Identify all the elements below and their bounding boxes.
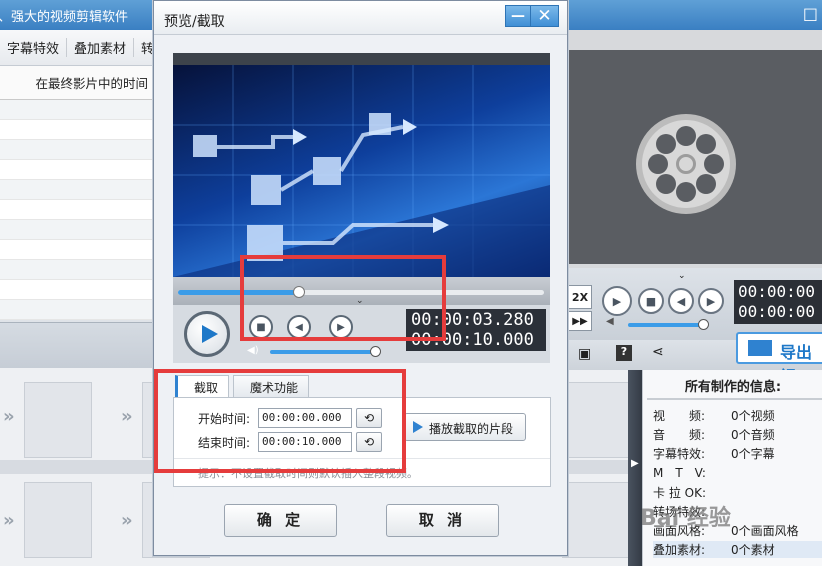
main-preview [568, 30, 822, 268]
info-row-overlay: 叠加素材: 0个素材 [653, 541, 822, 558]
speaker-icon[interactable]: ◀) [247, 345, 261, 357]
close-button[interactable]: ✕ [531, 5, 559, 27]
next-frame-icon[interactable]: ▶ [698, 288, 724, 314]
preview-title-bar: □ [568, 0, 822, 30]
play-icon[interactable]: ▶ [602, 286, 632, 316]
info-row-mtv: M T V: [653, 466, 706, 480]
timeline-slot[interactable] [24, 382, 92, 458]
restore-icon[interactable]: □ [803, 4, 818, 23]
preview-time-total: 00:00:00 [738, 302, 816, 321]
list-item[interactable] [0, 240, 160, 260]
panel-collapse-handle[interactable]: ▶ [628, 370, 642, 566]
export-button[interactable]: 导出视 [736, 332, 822, 386]
fast-forward-icon[interactable]: ▶▶ [568, 311, 592, 331]
ok-button[interactable]: 确 定 [224, 504, 337, 537]
column-header-label: 在最终影片中的时间 [35, 76, 148, 91]
info-row-video: 视 频: 0个视频 [653, 409, 775, 423]
app-tab-bar: 字幕特效 叠加素材 转 [0, 30, 163, 66]
chevron-down-icon[interactable]: ⌄ [678, 271, 686, 281]
play-button[interactable] [184, 311, 230, 357]
timeline-slot[interactable] [24, 482, 92, 558]
list-item[interactable] [0, 140, 160, 160]
stop-icon[interactable]: ■ [638, 288, 664, 314]
highlight-box [154, 369, 406, 473]
info-row-subtitles: 字幕特效: 0个字幕 [653, 447, 775, 461]
list-item[interactable] [0, 160, 160, 180]
speed-button[interactable]: 2X [568, 285, 592, 309]
preview-toolbar: ▣ ? ⋖ 导出视 [568, 332, 822, 386]
play-clip-label: 播放截取的片段 [429, 422, 514, 436]
chevron-right-icon: ▶ [631, 458, 639, 469]
chevron-right-icon: » [121, 510, 133, 531]
highlight-box [240, 255, 446, 341]
prev-frame-icon[interactable]: ◀ [668, 288, 694, 314]
list-item[interactable] [0, 260, 160, 280]
video-image [173, 65, 550, 277]
info-panel: 所有制作的信息: 视 频: 0个视频 音 频: 0个音频 字幕特效: 0个字幕 M T… [642, 370, 822, 566]
export-icon [748, 340, 772, 356]
speaker-icon: ◀ [606, 316, 614, 327]
list-item[interactable] [0, 300, 160, 320]
timeline-slot[interactable] [562, 382, 630, 458]
film-reel-icon [636, 114, 736, 214]
list-item[interactable] [0, 180, 160, 200]
list-item[interactable] [0, 200, 160, 220]
preview-volume[interactable]: ◀ [606, 316, 709, 332]
share-icon[interactable]: ⋖ [652, 344, 664, 360]
info-row-karaoke: 卡 拉 OK: [653, 486, 706, 500]
list-item[interactable] [0, 280, 160, 300]
chevron-right-icon: » [3, 406, 15, 427]
minimize-button[interactable]: — [505, 5, 531, 27]
help-icon[interactable]: ? [616, 345, 632, 361]
dialog-title-bar: 预览/截取 — ✕ [154, 1, 567, 35]
volume-handle[interactable] [369, 346, 381, 357]
preview-clip-dialog: 预览/截取 — ✕ ⌄ ■ ◀ ▶ 00:00:03.280 00:00:10.… [153, 0, 568, 556]
watermark: Bai 经验 [640, 506, 731, 531]
info-row-audio: 音 频: 0个音频 [653, 428, 775, 442]
volume-slider[interactable] [270, 350, 380, 354]
timeline-slot[interactable] [562, 482, 630, 558]
preview-time-current: 00:00:00 [738, 282, 816, 301]
preview-screen [568, 50, 822, 264]
dialog-title: 预览/截取 [164, 14, 225, 30]
column-header-time: 在最终影片中的时间 [0, 66, 160, 100]
chevron-right-icon: » [3, 510, 15, 531]
info-title: 所有制作的信息: [684, 380, 782, 395]
app-title: 、强大的视频剪辑软件 [0, 10, 129, 25]
video-frame [173, 65, 550, 277]
tab-subtitle-effects[interactable]: 字幕特效 [0, 38, 68, 57]
tab-overlay[interactable]: 叠加素材 [67, 38, 135, 57]
chevron-right-icon: » [121, 406, 133, 427]
list-item[interactable] [0, 100, 160, 120]
cancel-button[interactable]: 取 消 [386, 504, 499, 537]
play-clip-button[interactable]: 播放截取的片段 [404, 413, 526, 441]
file-list [0, 100, 160, 322]
save-icon[interactable]: ▣ [578, 346, 591, 362]
list-item[interactable] [0, 120, 160, 140]
preview-time-display: 00:00:00 00:00:00 [734, 280, 822, 324]
preview-controls: ⌄ 2X ▶▶ ▶ ■ ◀ ▶ 00:00:00 00:00:00 ◀ [568, 268, 822, 340]
list-item[interactable] [0, 220, 160, 240]
